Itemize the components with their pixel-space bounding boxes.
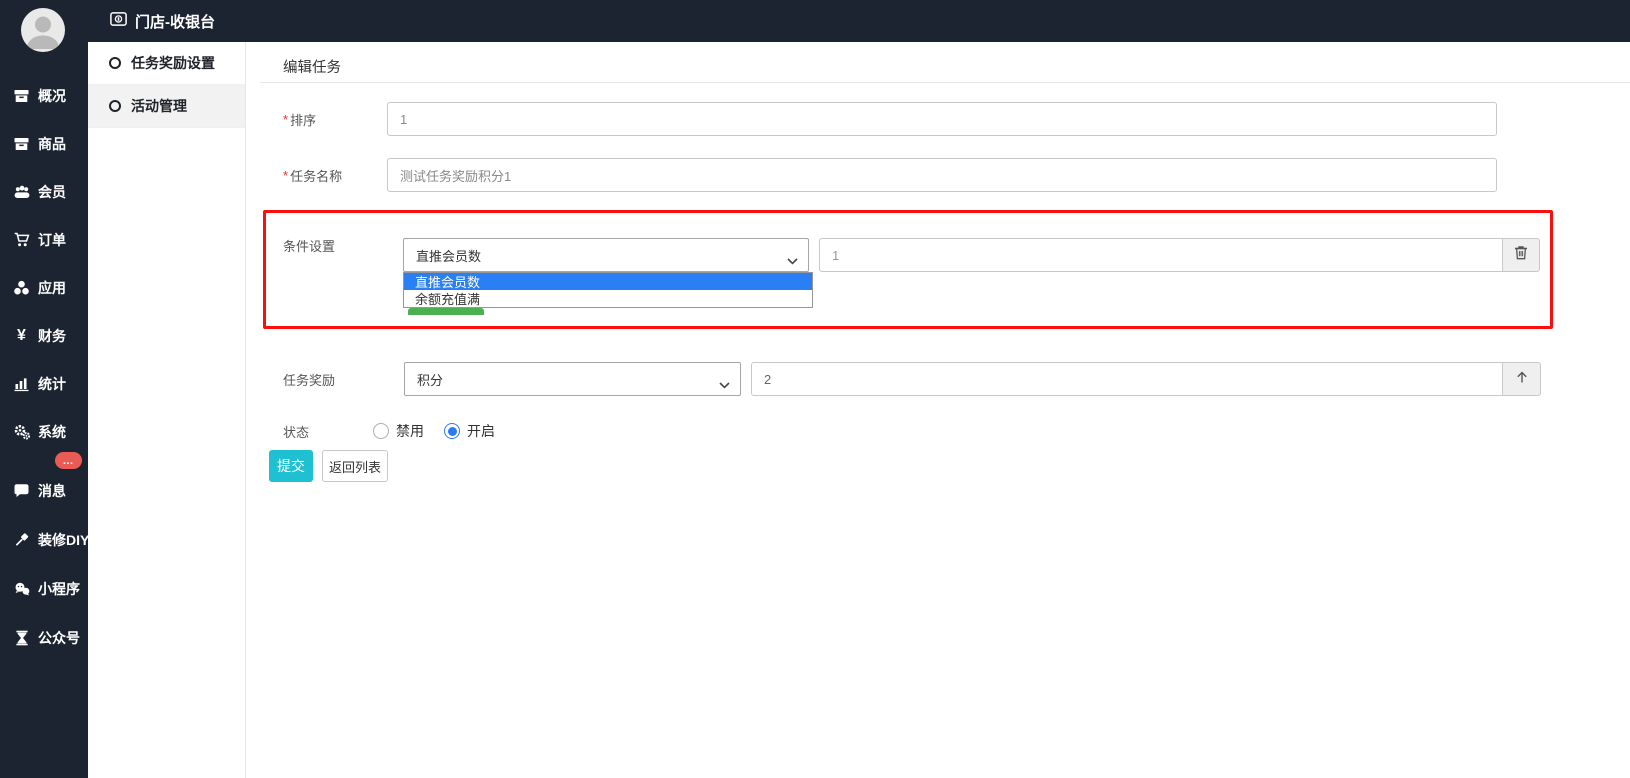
- sidebar-item-label: 商品: [38, 134, 66, 154]
- comment-icon: [12, 483, 31, 500]
- overview-icon: [12, 88, 31, 105]
- messages-badge: …: [55, 452, 82, 469]
- condition-select[interactable]: 直推会员数: [403, 238, 809, 272]
- submenu-item-activity-management[interactable]: 活动管理: [88, 85, 245, 128]
- main-content: 编辑任务 * 排序 * 任务名称 条件设置 直推会员数 直推会员数 余额充值满: [246, 42, 1630, 778]
- condition-delete-button[interactable]: [1503, 238, 1540, 272]
- bar-chart-icon: [12, 376, 31, 393]
- required-mark: *: [283, 112, 288, 127]
- sidebar-item-label: 会员: [38, 182, 66, 202]
- sidebar-item-members[interactable]: 会员: [0, 179, 88, 205]
- app-title-text: 门店-收银台: [135, 11, 215, 32]
- sidebar-item-messages[interactable]: 消息: [0, 478, 88, 504]
- sidebar-item-goods[interactable]: 商品: [0, 131, 88, 157]
- reward-select[interactable]: 积分: [404, 362, 741, 396]
- radio-disabled[interactable]: 禁用: [373, 421, 424, 441]
- sidebar-item-label: 订单: [38, 230, 66, 250]
- hourglass-icon: [12, 630, 31, 647]
- cart-icon: [12, 232, 31, 249]
- secondary-sidebar: 任务奖励设置 活动管理: [88, 42, 246, 778]
- status-label: 状态: [283, 414, 309, 448]
- condition-value-input[interactable]: [819, 238, 1503, 272]
- condition-selected-value: 直推会员数: [416, 246, 481, 265]
- radio-label: 禁用: [396, 421, 424, 441]
- chevron-down-icon: [787, 253, 798, 268]
- main-sidebar: 概况 商品 会员 订单 应用 ¥ 财务 统计 系统 消息 装修DIY 小程序: [0, 0, 88, 778]
- submenu-item-label: 活动管理: [131, 96, 187, 116]
- condition-label: 条件设置: [283, 228, 335, 262]
- arrow-up-icon: [1514, 369, 1530, 390]
- sidebar-item-label: 系统: [38, 422, 66, 442]
- wechat-icon: [12, 581, 31, 598]
- sort-input[interactable]: [387, 102, 1497, 136]
- radio-circle-unchecked[interactable]: [373, 423, 389, 439]
- sort-label: * 排序: [283, 102, 316, 136]
- sidebar-item-label: 消息: [38, 481, 66, 501]
- task-name-input[interactable]: [387, 158, 1497, 192]
- sidebar-item-label: 公众号: [38, 628, 80, 648]
- submit-button[interactable]: 提交: [269, 450, 313, 482]
- reward-selected-value: 积分: [417, 370, 443, 389]
- sidebar-item-miniprogram[interactable]: 小程序: [0, 576, 88, 602]
- sidebar-item-system[interactable]: 系统: [0, 419, 88, 445]
- gavel-icon: [12, 532, 31, 549]
- circle-icon: [109, 57, 121, 69]
- sidebar-item-label: 统计: [38, 374, 66, 394]
- header-divider: [260, 82, 1630, 83]
- submenu-item-task-reward-settings[interactable]: 任务奖励设置: [88, 42, 245, 85]
- page-title: 编辑任务: [283, 56, 341, 77]
- sidebar-item-label: 概况: [38, 86, 66, 106]
- sidebar-item-official-account[interactable]: 公众号: [0, 625, 88, 651]
- status-radio-group: 禁用 开启: [373, 414, 495, 448]
- sidebar-item-finance[interactable]: ¥ 财务: [0, 323, 88, 349]
- goods-icon: [12, 136, 31, 153]
- radio-label: 开启: [467, 421, 495, 441]
- circle-icon: [109, 100, 121, 112]
- avatar[interactable]: [21, 8, 65, 52]
- task-name-label: * 任务名称: [283, 158, 342, 192]
- condition-dropdown-list: 直推会员数 余额充值满: [403, 272, 813, 308]
- submenu-item-label: 任务奖励设置: [131, 53, 215, 73]
- sidebar-item-overview[interactable]: 概况: [0, 83, 88, 109]
- reward-label: 任务奖励: [283, 362, 335, 396]
- sidebar-item-diy[interactable]: 装修DIY: [0, 527, 88, 553]
- sidebar-item-orders[interactable]: 订单: [0, 227, 88, 253]
- apps-icon: [12, 280, 31, 297]
- radio-enabled[interactable]: 开启: [444, 421, 495, 441]
- cashier-icon: [110, 12, 127, 30]
- dropdown-option-balance-recharge[interactable]: 余额充值满: [404, 290, 812, 307]
- sidebar-item-stats[interactable]: 统计: [0, 371, 88, 397]
- trash-icon: [1514, 245, 1528, 265]
- yen-icon: ¥: [12, 328, 31, 345]
- app-title: 门店-收银台: [110, 0, 215, 42]
- sidebar-item-label: 财务: [38, 326, 66, 346]
- top-bar: 门店-收银台: [0, 0, 1630, 42]
- dropdown-option-direct-members[interactable]: 直推会员数: [404, 273, 812, 290]
- reward-value-input[interactable]: [751, 362, 1503, 396]
- radio-circle-checked[interactable]: [444, 423, 460, 439]
- back-to-list-button[interactable]: 返回列表: [322, 450, 388, 482]
- members-icon: [12, 184, 31, 201]
- gears-icon: [12, 424, 31, 441]
- sidebar-item-label: 小程序: [38, 579, 80, 599]
- sidebar-item-label: 装修DIY: [38, 530, 89, 550]
- sidebar-item-apps[interactable]: 应用: [0, 275, 88, 301]
- chevron-down-icon: [719, 377, 730, 392]
- sidebar-item-label: 应用: [38, 278, 66, 298]
- reward-up-button[interactable]: [1503, 362, 1541, 396]
- required-mark: *: [283, 168, 288, 183]
- add-condition-button-peek[interactable]: [408, 308, 484, 315]
